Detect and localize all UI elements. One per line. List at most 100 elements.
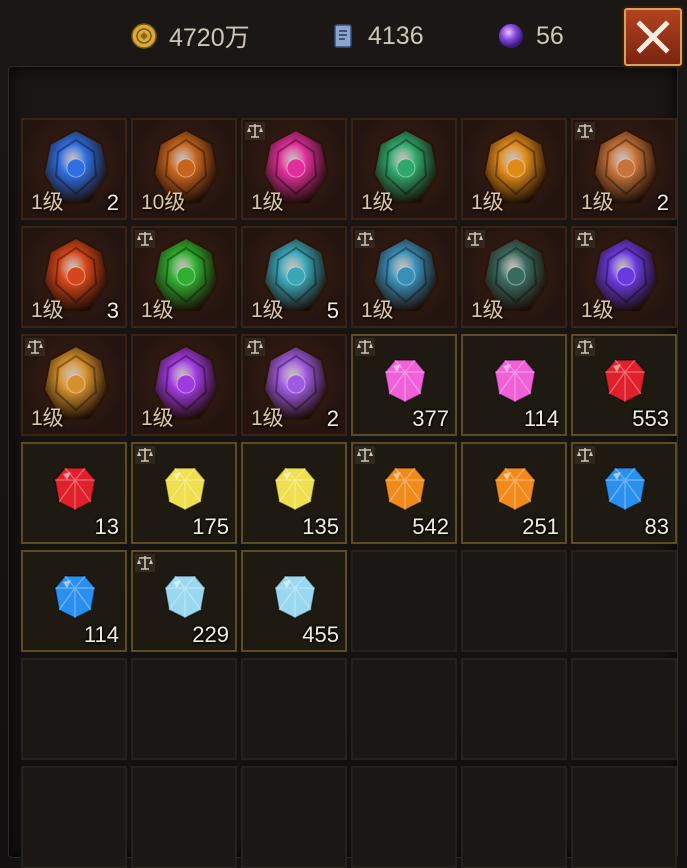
gold-amount: 4720万 [169,24,250,52]
item-quantity: 2 [106,190,119,215]
item-slot[interactable]: 1级 [571,226,677,328]
ice-gem-icon [274,575,316,619]
item-slot[interactable]: 1级 2 [241,334,347,436]
item-quantity: 377 [412,406,449,431]
yellow-gem-icon [164,467,206,511]
item-slot[interactable]: 1级 [131,226,237,328]
empty-slot[interactable] [461,766,567,868]
empty-slot[interactable] [351,658,457,760]
close-icon [636,20,670,54]
ice-gem-icon [164,575,206,619]
item-slot[interactable]: 83 [571,442,677,544]
trade-scale-icon [25,338,45,356]
trade-scale-icon [575,338,595,356]
item-level: 1级 [251,299,284,322]
empty-slot[interactable] [571,550,677,652]
trade-scale-icon [575,122,595,140]
empty-slot[interactable] [351,766,457,868]
item-quantity: 2 [326,406,339,431]
pink-gem-icon [384,359,426,403]
orb-amount: 56 [536,21,564,50]
item-slot[interactable]: 377 [351,334,457,436]
item-slot[interactable]: 1级 [351,118,457,220]
trade-scale-icon [135,230,155,248]
item-slot[interactable]: 1级 [131,334,237,436]
close-button[interactable] [624,8,682,66]
item-level: 1级 [471,191,504,214]
empty-slot[interactable] [461,658,567,760]
item-quantity: 229 [192,622,229,647]
trade-scale-icon [355,230,375,248]
empty-slot[interactable] [351,550,457,652]
item-level: 1级 [251,191,284,214]
ticket-amount: 4136 [368,21,424,50]
item-quantity: 553 [632,406,669,431]
orb-currency: 56 [498,20,564,52]
gold-currency: 4720万 [131,20,250,52]
item-level: 1级 [361,299,394,322]
blue-gem-icon [604,467,646,511]
empty-slot[interactable] [21,658,127,760]
item-quantity: 251 [522,514,559,539]
empty-slot[interactable] [241,766,347,868]
item-quantity: 114 [523,406,559,431]
item-quantity: 5 [326,298,339,323]
empty-slot[interactable] [21,766,127,868]
ticket-currency: 4136 [330,20,424,52]
item-level: 1级 [581,191,614,214]
item-slot[interactable]: 542 [351,442,457,544]
empty-slot[interactable] [131,658,237,760]
item-slot[interactable]: 175 [131,442,237,544]
item-level: 1级 [31,299,64,322]
orange-gem-icon [494,467,536,511]
item-slot[interactable]: 1级 [241,118,347,220]
item-quantity: 3 [106,298,119,323]
item-quantity: 135 [302,514,339,539]
trade-scale-icon [135,554,155,572]
item-slot[interactable]: 135 [241,442,347,544]
orange-gem-icon [384,467,426,511]
item-slot[interactable]: 1级 [461,118,567,220]
item-slot[interactable]: 1级 [351,226,457,328]
trade-scale-icon [245,122,265,140]
trade-scale-icon [465,230,485,248]
item-level: 1级 [581,299,614,322]
item-slot[interactable]: 114 [21,550,127,652]
empty-slot[interactable] [131,766,237,868]
purple-orb-icon [499,24,523,48]
item-level: 1级 [471,299,504,322]
item-slot[interactable]: 10级 [131,118,237,220]
item-slot[interactable]: 229 [131,550,237,652]
item-slot[interactable]: 1级 [461,226,567,328]
empty-slot[interactable] [571,766,677,868]
yellow-gem-icon [274,467,316,511]
item-slot[interactable]: 114 [461,334,567,436]
empty-slot[interactable] [461,550,567,652]
item-slot[interactable]: 1级 5 [241,226,347,328]
blue-gem-icon [54,575,96,619]
item-quantity: 542 [412,514,449,539]
item-quantity: 2 [656,190,669,215]
item-quantity: 455 [302,622,339,647]
trade-scale-icon [135,446,155,464]
trade-scale-icon [355,446,375,464]
item-slot[interactable]: 13 [21,442,127,544]
item-slot[interactable]: 251 [461,442,567,544]
scroll-ticket-icon [334,24,352,48]
empty-slot[interactable] [571,658,677,760]
item-slot[interactable]: 1级 2 [21,118,127,220]
item-slot[interactable]: 1级 2 [571,118,677,220]
gold-coin-icon [131,23,157,49]
red-gem-icon [54,467,96,511]
empty-slot[interactable] [241,658,347,760]
item-slot[interactable]: 553 [571,334,677,436]
item-quantity: 83 [644,514,669,539]
item-level: 1级 [251,407,284,430]
item-quantity: 13 [94,514,119,539]
item-slot[interactable]: 1级 3 [21,226,127,328]
item-slot[interactable]: 1级 [21,334,127,436]
trade-scale-icon [575,230,595,248]
item-slot[interactable]: 455 [241,550,347,652]
trade-scale-icon [355,338,375,356]
pink-gem-icon [494,359,536,403]
